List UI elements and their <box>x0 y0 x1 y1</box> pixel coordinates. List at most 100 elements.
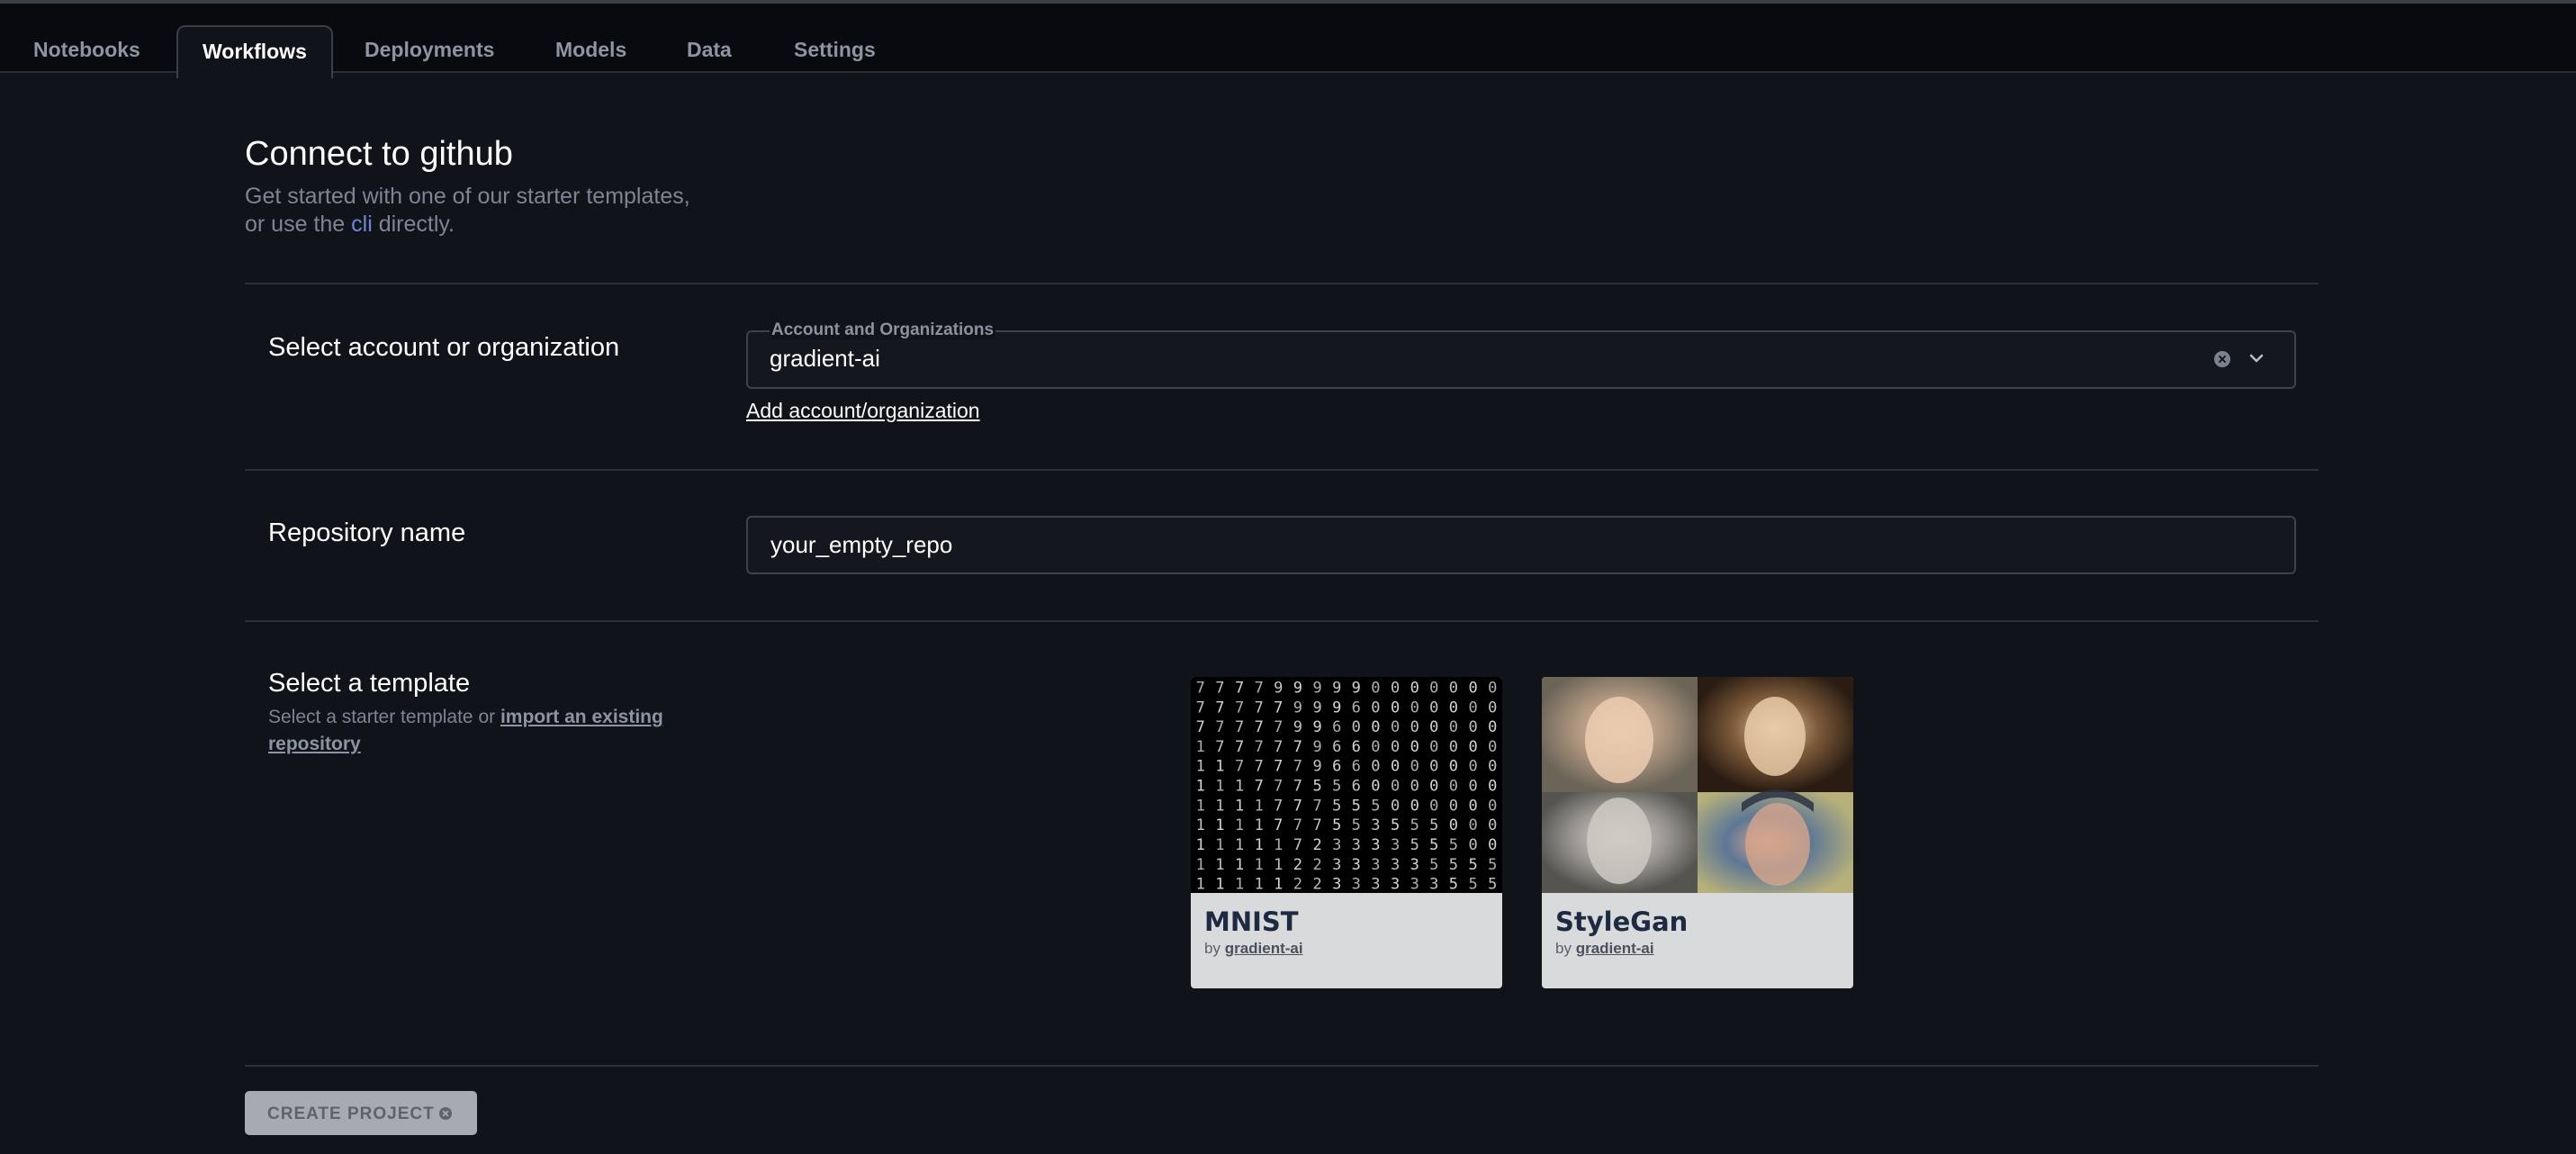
svg-text:0: 0 <box>1410 718 1419 736</box>
svg-text:0: 0 <box>1468 718 1477 736</box>
mnist-digit-grid-image: 7 7 7 7 9 9 9 9 9 0 0 0 0 0 0 07 7 7 7 7 9 9 9 6 0 0 0 0 0 0 07 7 7 7 7 9 9 6… <box>1191 677 1502 893</box>
svg-text:5: 5 <box>1312 778 1321 796</box>
svg-text:1: 1 <box>1215 778 1224 796</box>
svg-text:7: 7 <box>1235 680 1244 698</box>
divider <box>245 469 2319 471</box>
svg-text:0: 0 <box>1468 680 1477 698</box>
svg-text:1: 1 <box>1215 876 1224 893</box>
svg-text:1: 1 <box>1215 816 1224 834</box>
svg-text:7: 7 <box>1255 778 1264 796</box>
svg-text:5: 5 <box>1410 836 1419 854</box>
svg-text:0: 0 <box>1468 738 1477 756</box>
svg-text:7: 7 <box>1255 718 1264 736</box>
svg-text:0: 0 <box>1488 718 1497 736</box>
svg-text:0: 0 <box>1371 758 1380 776</box>
svg-text:6: 6 <box>1332 758 1341 776</box>
chevron-down-icon[interactable] <box>2247 348 2266 368</box>
card-title: MNIST <box>1204 906 1299 937</box>
tab-workflows[interactable]: Workflows <box>176 25 333 78</box>
svg-text:7: 7 <box>1255 699 1264 717</box>
svg-text:6: 6 <box>1332 738 1341 756</box>
account-select-value[interactable]: gradient-ai <box>770 345 880 373</box>
svg-text:0: 0 <box>1449 680 1458 698</box>
svg-text:0: 0 <box>1371 738 1380 756</box>
author-link[interactable]: gradient-ai <box>1576 940 1654 957</box>
template-card-mnist[interactable]: 7777999990000000777779996000000077777996… <box>1191 677 1502 988</box>
svg-text:1: 1 <box>1196 758 1205 776</box>
tab-notebooks[interactable]: Notebooks <box>33 25 140 77</box>
svg-text:0: 0 <box>1429 758 1438 776</box>
svg-text:9: 9 <box>1312 699 1321 717</box>
svg-text:0: 0 <box>1488 738 1497 756</box>
svg-text:9: 9 <box>1312 680 1321 698</box>
tab-models[interactable]: Models <box>555 25 626 77</box>
svg-text:7: 7 <box>1196 718 1205 736</box>
svg-text:9: 9 <box>1312 758 1321 776</box>
divider <box>245 620 2319 622</box>
svg-text:7: 7 <box>1274 718 1283 736</box>
svg-text:3: 3 <box>1371 856 1380 874</box>
svg-text:0: 0 <box>1429 738 1438 756</box>
close-circle-icon <box>439 1107 452 1120</box>
subtitle-suffix: directly. <box>372 212 455 237</box>
svg-text:3: 3 <box>1371 876 1380 893</box>
svg-text:7: 7 <box>1293 797 1302 815</box>
tab-settings[interactable]: Settings <box>794 25 876 77</box>
add-account-link[interactable]: Add account/organization <box>746 399 980 423</box>
svg-text:0: 0 <box>1488 778 1497 796</box>
svg-text:3: 3 <box>1352 876 1361 893</box>
subtitle-line1: Get started with one of our starter temp… <box>245 184 690 209</box>
svg-text:1: 1 <box>1215 836 1224 854</box>
svg-text:0: 0 <box>1410 758 1419 776</box>
svg-text:9: 9 <box>1293 718 1302 736</box>
svg-text:5: 5 <box>1371 797 1380 815</box>
svg-text:7: 7 <box>1293 758 1302 776</box>
svg-text:0: 0 <box>1371 718 1380 736</box>
create-project-button[interactable]: CREATE PROJECT <box>245 1091 477 1135</box>
create-project-label: CREATE PROJECT <box>267 1104 435 1123</box>
tab-deployments[interactable]: Deployments <box>365 25 494 77</box>
subtitle-prefix: or use the <box>245 212 352 237</box>
svg-text:0: 0 <box>1391 718 1400 736</box>
author-link[interactable]: gradient-ai <box>1225 940 1303 957</box>
svg-text:0: 0 <box>1468 816 1477 834</box>
svg-text:0: 0 <box>1488 836 1497 854</box>
svg-text:1: 1 <box>1196 738 1205 756</box>
svg-text:3: 3 <box>1332 876 1341 893</box>
svg-text:6: 6 <box>1352 738 1361 756</box>
stylegan-portraits-image <box>1542 677 1853 893</box>
cli-link[interactable]: cli <box>351 212 373 237</box>
svg-text:1: 1 <box>1274 836 1283 854</box>
svg-text:3: 3 <box>1352 856 1361 874</box>
svg-text:9: 9 <box>1274 680 1283 698</box>
svg-text:3: 3 <box>1352 836 1361 854</box>
svg-text:7: 7 <box>1293 738 1302 756</box>
svg-text:7: 7 <box>1312 797 1321 815</box>
clear-icon[interactable] <box>2214 351 2230 367</box>
tab-data[interactable]: Data <box>687 25 732 77</box>
svg-text:7: 7 <box>1215 738 1224 756</box>
svg-text:9: 9 <box>1352 680 1361 698</box>
svg-text:7: 7 <box>1312 816 1321 834</box>
svg-text:1: 1 <box>1235 797 1244 815</box>
svg-text:5: 5 <box>1429 856 1438 874</box>
svg-text:7: 7 <box>1235 738 1244 756</box>
template-card-stylegan[interactable]: StyleGan by gradient-ai <box>1542 677 1853 988</box>
svg-text:7: 7 <box>1215 718 1224 736</box>
svg-text:5: 5 <box>1468 876 1477 893</box>
svg-text:9: 9 <box>1293 699 1302 717</box>
svg-text:7: 7 <box>1215 699 1224 717</box>
svg-text:0: 0 <box>1429 699 1438 717</box>
svg-text:9: 9 <box>1312 718 1321 736</box>
svg-text:1: 1 <box>1255 856 1264 874</box>
repository-name-input[interactable] <box>746 516 2296 574</box>
svg-text:1: 1 <box>1235 876 1244 893</box>
svg-text:0: 0 <box>1429 778 1438 796</box>
svg-text:0: 0 <box>1468 778 1477 796</box>
svg-text:9: 9 <box>1312 738 1321 756</box>
svg-text:3: 3 <box>1410 876 1419 893</box>
svg-text:0: 0 <box>1371 680 1380 698</box>
svg-text:5: 5 <box>1449 856 1458 874</box>
svg-text:7: 7 <box>1255 758 1264 776</box>
svg-text:0: 0 <box>1449 699 1458 717</box>
